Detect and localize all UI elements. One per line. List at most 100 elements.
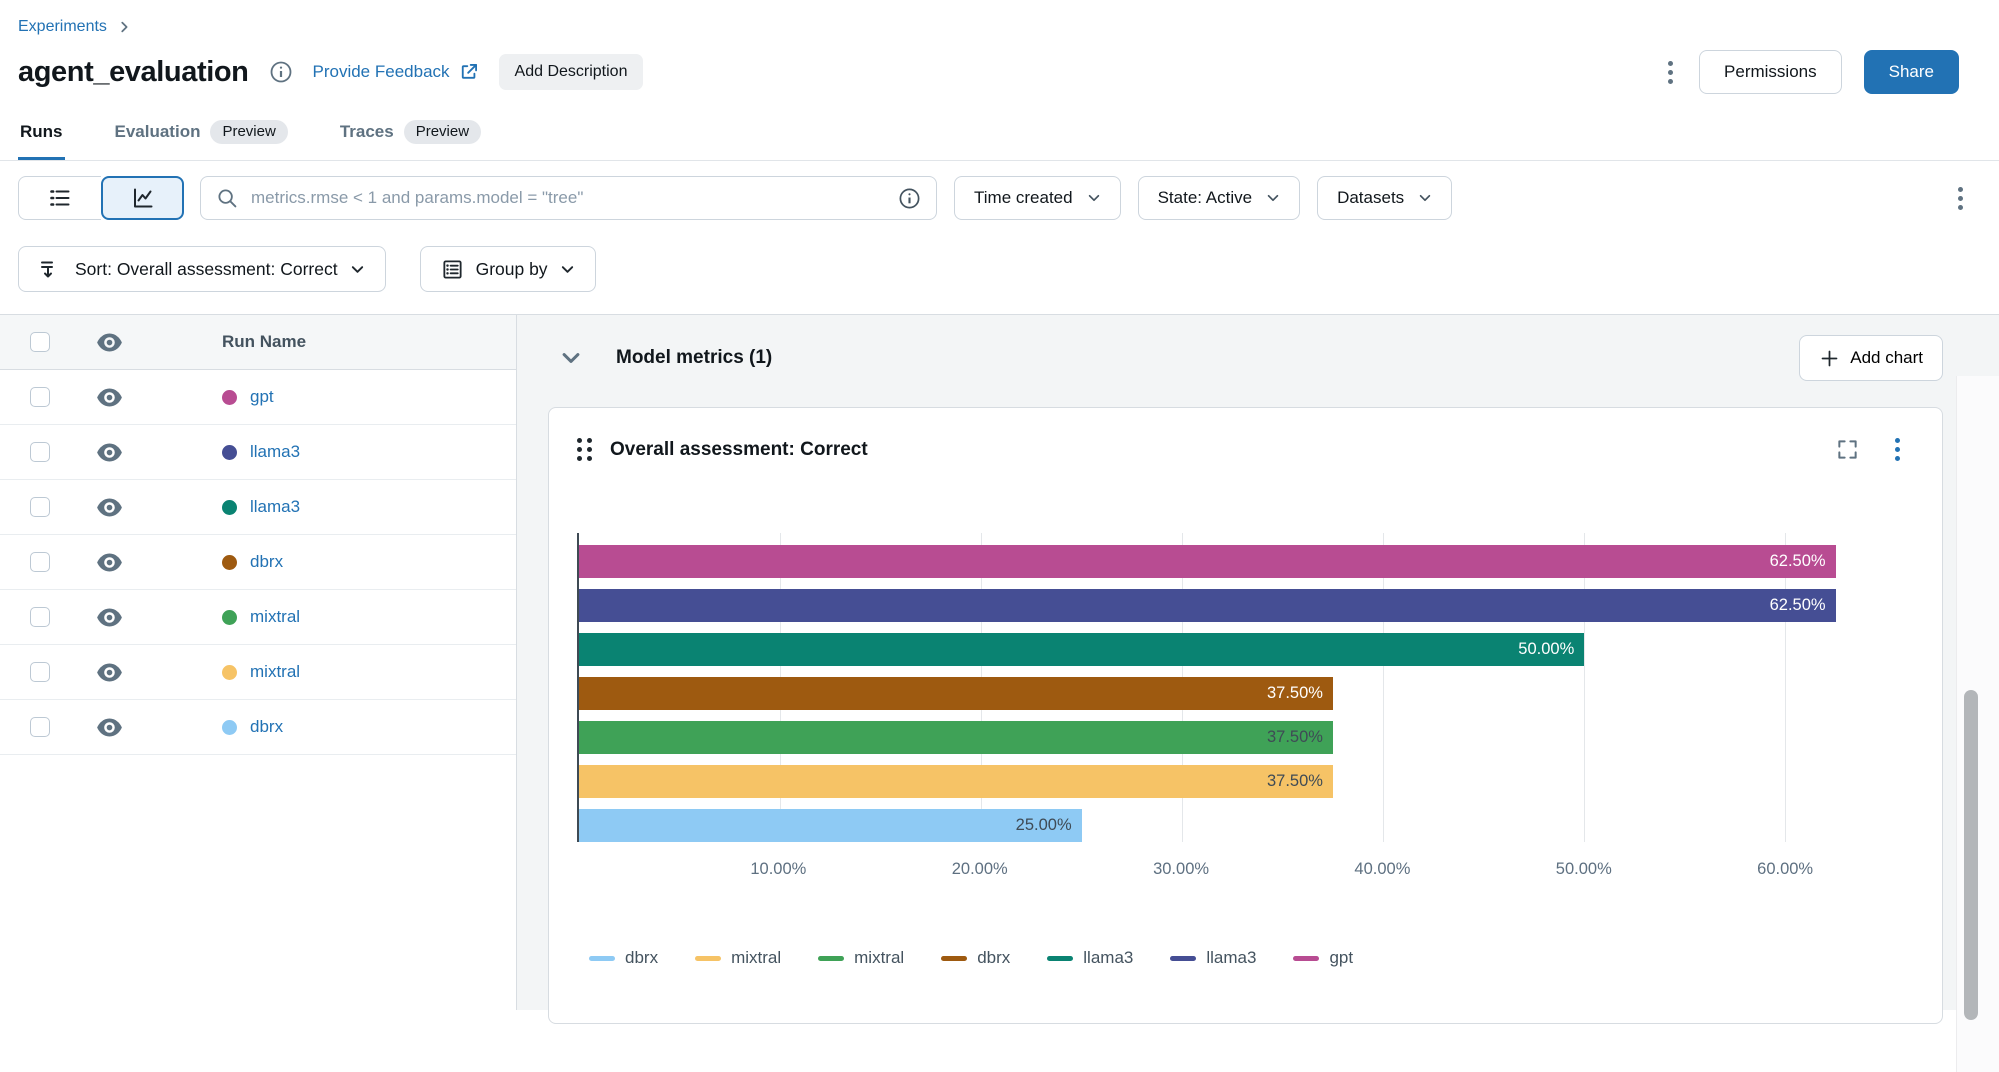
runs-table-header-row: Run Name [0, 315, 516, 370]
visibility-eye-icon[interactable] [96, 662, 142, 683]
legend-label: dbrx [977, 948, 1010, 968]
chart-view-toggle[interactable] [101, 176, 184, 220]
scrollbar-track [1956, 376, 1999, 1072]
run-name-cell: dbrx [142, 717, 516, 737]
provide-feedback-link[interactable]: Provide Feedback [313, 62, 479, 82]
sort-dropdown[interactable]: Sort: Overall assessment: Correct [18, 246, 386, 292]
run-name-link[interactable]: dbrx [250, 717, 283, 737]
legend-swatch [589, 956, 615, 961]
search-info-icon[interactable] [898, 187, 921, 210]
tab-runs-label: Runs [20, 122, 63, 142]
filter-state-dropdown[interactable]: State: Active [1138, 176, 1301, 220]
add-description-button[interactable]: Add Description [499, 54, 644, 90]
filter-datasets-dropdown[interactable]: Datasets [1317, 176, 1452, 220]
legend-swatch [1047, 956, 1073, 961]
toolbar-menu-kebab-icon[interactable] [1954, 183, 1967, 214]
visibility-eye-icon[interactable] [96, 607, 142, 628]
experiment-info-icon[interactable] [269, 60, 293, 84]
tab-runs[interactable]: Runs [18, 120, 65, 160]
visibility-eye-icon[interactable] [96, 497, 142, 518]
run-name-link[interactable]: llama3 [250, 442, 300, 462]
chevron-down-icon [350, 262, 365, 277]
add-chart-button[interactable]: Add chart [1799, 335, 1943, 381]
bar-chart: 62.50%62.50%50.00%37.50%37.50%37.50%25.0… [577, 533, 1914, 968]
visibility-eye-icon[interactable] [96, 552, 142, 573]
table-row: dbrx [0, 700, 516, 755]
legend-item-gpt[interactable]: gpt [1293, 948, 1353, 968]
run-name-cell: mixtral [142, 662, 516, 682]
legend-item-llama3[interactable]: llama3 [1170, 948, 1256, 968]
permissions-button[interactable]: Permissions [1699, 50, 1842, 94]
x-tick-label: 60.00% [1757, 860, 1813, 879]
experiment-menu-kebab-icon[interactable] [1664, 57, 1677, 88]
legend-label: llama3 [1206, 948, 1256, 968]
run-name-link[interactable]: llama3 [250, 497, 300, 517]
run-name-link[interactable]: mixtral [250, 662, 300, 682]
breadcrumb-experiments-link[interactable]: Experiments [18, 18, 107, 36]
add-chart-label: Add chart [1850, 348, 1923, 368]
tab-evaluation[interactable]: Evaluation Preview [113, 120, 290, 160]
chevron-down-icon [560, 262, 575, 277]
scrollbar-thumb[interactable] [1964, 690, 1978, 1020]
run-name-link[interactable]: gpt [250, 387, 274, 407]
chart-title: Overall assessment: Correct [610, 439, 868, 461]
legend-item-dbrx[interactable]: dbrx [589, 948, 658, 968]
runs-table: Run Name gpt llama3 llama3 [0, 315, 517, 1010]
row-checkbox[interactable] [30, 387, 50, 407]
visibility-all-eye-icon[interactable] [96, 332, 142, 353]
drag-handle-icon[interactable] [577, 438, 593, 462]
x-tick-label: 40.00% [1354, 860, 1410, 879]
select-all-checkbox[interactable] [30, 332, 50, 352]
expand-chart-icon[interactable] [1836, 438, 1859, 461]
view-toggle-group [18, 176, 184, 220]
share-button[interactable]: Share [1864, 50, 1959, 94]
legend-label: mixtral [731, 948, 781, 968]
legend-item-mixtral[interactable]: mixtral [818, 948, 904, 968]
legend-item-dbrx[interactable]: dbrx [941, 948, 1010, 968]
table-row: llama3 [0, 480, 516, 535]
row-checkbox[interactable] [30, 607, 50, 627]
bar-value-label: 37.50% [1267, 684, 1323, 703]
row-checkbox[interactable] [30, 552, 50, 572]
bar-mixtral: 37.50% [579, 765, 1333, 798]
legend-swatch [941, 956, 967, 961]
filter-datasets-label: Datasets [1337, 188, 1404, 208]
visibility-eye-icon[interactable] [96, 717, 142, 738]
visibility-eye-icon[interactable] [96, 442, 142, 463]
bar-row: 62.50% [579, 545, 1914, 578]
row-checkbox[interactable] [30, 662, 50, 682]
x-tick-label: 30.00% [1153, 860, 1209, 879]
bar-dbrx: 37.50% [579, 677, 1333, 710]
chart-legend: dbrx mixtral mixtral dbrx llama3 llama3 gpt [577, 948, 1914, 968]
row-checkbox[interactable] [30, 442, 50, 462]
run-name-link[interactable]: mixtral [250, 607, 300, 627]
filter-time-created-label: Time created [974, 188, 1073, 208]
legend-swatch [1170, 956, 1196, 961]
row-checkbox[interactable] [30, 497, 50, 517]
chart-card-header: Overall assessment: Correct [577, 434, 1914, 465]
run-name-link[interactable]: dbrx [250, 552, 283, 572]
chevron-down-icon [1418, 191, 1432, 205]
chart-menu-kebab-icon[interactable] [1891, 434, 1904, 465]
bar-row: 37.50% [579, 677, 1914, 710]
table-row: gpt [0, 370, 516, 425]
section-collapse-chevron-icon[interactable] [560, 347, 582, 369]
legend-label: llama3 [1083, 948, 1133, 968]
bar-row: 62.50% [579, 589, 1914, 622]
tab-traces[interactable]: Traces Preview [338, 120, 483, 160]
search-input[interactable] [249, 187, 887, 209]
visibility-eye-icon[interactable] [96, 387, 142, 408]
row-checkbox[interactable] [30, 717, 50, 737]
x-tick-label: 10.00% [750, 860, 806, 879]
bar-value-label: 62.50% [1770, 552, 1826, 571]
model-metrics-section-header: Model metrics (1) Add chart [548, 333, 1943, 383]
legend-item-mixtral[interactable]: mixtral [695, 948, 781, 968]
legend-label: gpt [1329, 948, 1353, 968]
legend-item-llama3[interactable]: llama3 [1047, 948, 1133, 968]
table-row: mixtral [0, 645, 516, 700]
list-view-toggle[interactable] [18, 176, 101, 220]
group-by-dropdown[interactable]: Group by [420, 246, 596, 292]
filter-time-created-dropdown[interactable]: Time created [954, 176, 1121, 220]
bar-row: 25.00% [579, 809, 1914, 842]
bar-llama3: 62.50% [579, 589, 1836, 622]
